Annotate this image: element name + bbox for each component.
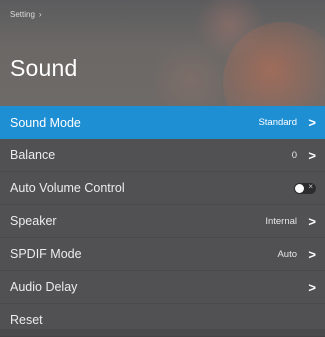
breadcrumb-setting[interactable]: Setting — [10, 10, 35, 19]
menu-item-label: Sound Mode — [10, 115, 81, 130]
breadcrumb[interactable]: Setting › — [10, 10, 42, 19]
page-title: Sound — [10, 55, 78, 81]
menu-item-value: Standard — [258, 117, 297, 128]
settings-menu: Sound Mode Standard > Balance 0 > Auto V… — [0, 106, 325, 337]
chevron-right-icon: > — [308, 213, 316, 229]
menu-item-label: Reset — [10, 313, 43, 327]
menu-item-value: 0 — [291, 149, 297, 161]
close-icon: × — [308, 182, 313, 191]
menu-item-label: Audio Delay — [10, 280, 78, 294]
menu-item-auto-volume-control[interactable]: Auto Volume Control × — [0, 172, 325, 205]
breadcrumb-separator-icon: › — [38, 10, 42, 19]
menu-item-reset[interactable]: Reset — [0, 304, 325, 337]
menu-item-label: Balance — [10, 148, 56, 162]
menu-item-label: Speaker — [10, 214, 57, 228]
menu-item-sound-mode[interactable]: Sound Mode Standard > — [0, 106, 325, 139]
menu-item-label: Auto Volume Control — [10, 181, 125, 195]
menu-item-value: Internal — [265, 215, 297, 227]
menu-item-value: Auto — [277, 248, 297, 260]
toggle-knob — [295, 184, 304, 193]
menu-item-label: SPDIF Mode — [10, 247, 82, 261]
menu-item-speaker[interactable]: Speaker Internal > — [0, 205, 325, 238]
menu-item-spdif-mode[interactable]: SPDIF Mode Auto > — [0, 238, 325, 271]
menu-item-balance[interactable]: Balance 0 > — [0, 139, 325, 172]
chevron-right-icon: > — [308, 246, 316, 262]
chevron-right-icon: > — [308, 115, 316, 130]
panel-header: Setting › Sound — [0, 0, 325, 106]
sound-settings-panel: Setting › Sound Sound Mode Standard > Bal… — [0, 0, 325, 337]
menu-item-audio-delay[interactable]: Audio Delay > — [0, 271, 325, 304]
chevron-right-icon: > — [308, 147, 316, 163]
chevron-right-icon: > — [308, 279, 316, 295]
auto-volume-toggle[interactable]: × — [294, 182, 316, 194]
